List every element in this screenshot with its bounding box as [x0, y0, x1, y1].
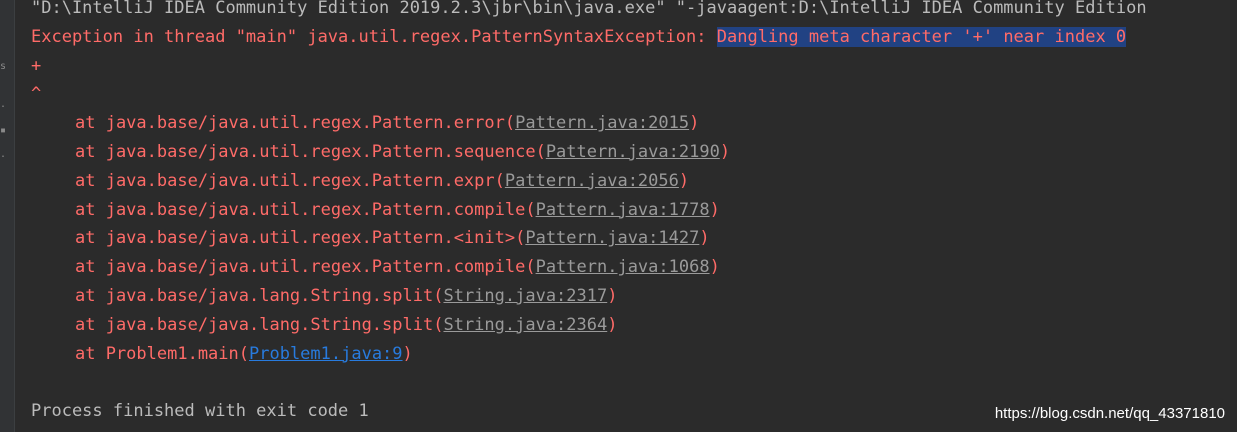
stack-method: at java.base/java.lang.String.split( — [75, 314, 444, 335]
gutter-marker-icon: s — [0, 61, 7, 72]
stack-frame: at java.base/java.lang.String.split(Stri… — [75, 285, 618, 306]
stack-frame: at java.base/java.lang.String.split(Stri… — [75, 314, 618, 335]
selected-exception-message[interactable]: Dangling meta character '+' near index 0 — [716, 26, 1127, 47]
user-source-link[interactable]: Problem1.java:9 — [249, 344, 403, 364]
gutter-marker-icon: . — [0, 149, 7, 160]
stack-method: at java.base/java.util.regex.Pattern.com… — [75, 199, 536, 220]
stack-frame: at java.base/java.util.regex.Pattern.<in… — [75, 228, 710, 249]
command-line: "D:\IntelliJ IDEA Community Edition 2019… — [31, 0, 1147, 18]
stack-frame: at Problem1.main(Problem1.java:9) — [75, 343, 413, 364]
caret-line: ^ — [31, 84, 42, 105]
source-link[interactable]: Pattern.java:1778 — [536, 200, 710, 220]
stack-frame: at java.base/java.util.regex.Pattern.seq… — [75, 141, 731, 162]
console-gutter: s . ▪ . — [0, 0, 15, 432]
exception-line: Exception in thread "main" java.util.reg… — [31, 23, 1237, 52]
stack-frame: at java.base/java.util.regex.Pattern.err… — [75, 113, 700, 134]
stack-frame: at java.base/java.util.regex.Pattern.com… — [75, 257, 720, 278]
watermark: https://blog.csdn.net/qq_43371810 — [994, 405, 1225, 422]
source-link[interactable]: String.java:2317 — [443, 286, 607, 306]
exception-prefix: Exception in thread "main" java.util.reg… — [31, 26, 717, 47]
source-link[interactable]: Pattern.java:2190 — [546, 142, 720, 162]
gutter-marker-icon: . — [0, 99, 7, 110]
stack-method: at java.base/java.util.regex.Pattern.seq… — [75, 141, 546, 162]
stack-method: at Problem1.main( — [75, 343, 249, 364]
pattern-line: + — [31, 55, 42, 76]
source-link[interactable]: Pattern.java:2015 — [515, 113, 689, 133]
stack-method: at java.base/java.util.regex.Pattern.exp… — [75, 170, 505, 191]
stack-method: at java.base/java.util.regex.Pattern.<in… — [75, 228, 526, 249]
source-link[interactable]: Pattern.java:2056 — [505, 171, 679, 191]
source-link[interactable]: String.java:2364 — [443, 315, 607, 335]
run-console[interactable]: s . ▪ . "D:\IntelliJ IDEA Community Edit… — [0, 0, 1237, 432]
source-link[interactable]: Pattern.java:1427 — [525, 228, 699, 248]
stack-method: at java.base/java.util.regex.Pattern.err… — [75, 113, 516, 134]
gutter-marker-icon: ▪ — [0, 125, 7, 136]
stack-frame: at java.base/java.util.regex.Pattern.com… — [75, 199, 720, 220]
stack-frame: at java.base/java.util.regex.Pattern.exp… — [75, 170, 690, 191]
console-output: "D:\IntelliJ IDEA Community Edition 2019… — [31, 0, 1237, 426]
stack-method: at java.base/java.util.regex.Pattern.com… — [75, 257, 536, 278]
stack-method: at java.base/java.lang.String.split( — [75, 285, 444, 306]
source-link[interactable]: Pattern.java:1068 — [536, 257, 710, 277]
